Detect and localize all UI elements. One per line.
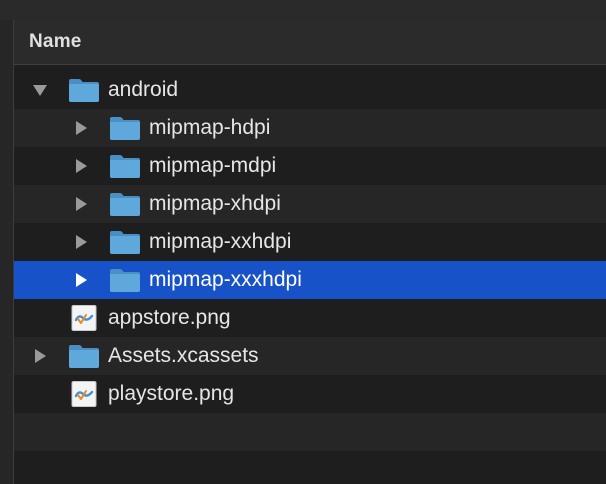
folder-icon [68,343,100,369]
folder-icon [109,191,141,217]
list-item[interactable]: mipmap-xxxhdpi [14,261,606,299]
list-item-label: android [108,78,179,101]
list-item[interactable]: mipmap-hdpi [14,109,606,147]
file-list: android mipmap-hdpi mipmap-mdpi mipmap-xhdp… [14,71,606,451]
window-top-strip [0,0,606,21]
list-item-label: mipmap-xxhdpi [149,230,292,253]
list-item[interactable]: mipmap-xhdpi [14,185,606,223]
list-item-label: mipmap-hdpi [149,116,271,139]
folder-icon [109,153,141,179]
folder-icon [109,229,141,255]
empty-row [14,413,606,451]
file-list-pane: Name android mipmap-hdpi mipmap-mdpi mipmap… [14,20,606,484]
list-item-label: appstore.png [108,306,231,329]
folder-icon [109,267,141,293]
folder-icon [109,115,141,141]
triangle-right-icon[interactable] [32,348,48,364]
list-item-label: mipmap-xxxhdpi [149,268,302,291]
list-item[interactable]: mipmap-xxhdpi [14,223,606,261]
triangle-right-icon[interactable] [73,272,89,288]
column-header-label: Name [29,31,82,52]
list-item[interactable]: mipmap-mdpi [14,147,606,185]
triangle-right-icon[interactable] [73,196,89,212]
list-item-label: mipmap-mdpi [149,154,277,177]
list-item[interactable]: android [14,71,606,109]
png-file-icon [68,381,100,407]
triangle-down-icon[interactable] [32,82,48,98]
triangle-right-icon[interactable] [73,158,89,174]
list-item[interactable]: Assets.xcassets [14,337,606,375]
column-header-name[interactable]: Name [14,20,606,65]
list-item-label: Assets.xcassets [108,344,259,367]
triangle-right-icon[interactable] [73,120,89,136]
list-item[interactable]: playstore.png [14,375,606,413]
list-item[interactable]: appstore.png [14,299,606,337]
triangle-right-icon[interactable] [73,234,89,250]
sidebar-edge [0,20,14,484]
list-item-label: playstore.png [108,382,235,405]
list-item-label: mipmap-xhdpi [149,192,281,215]
finder-window: Name android mipmap-hdpi mipmap-mdpi mipmap… [0,0,606,484]
folder-icon [68,77,100,103]
png-file-icon [68,305,100,331]
